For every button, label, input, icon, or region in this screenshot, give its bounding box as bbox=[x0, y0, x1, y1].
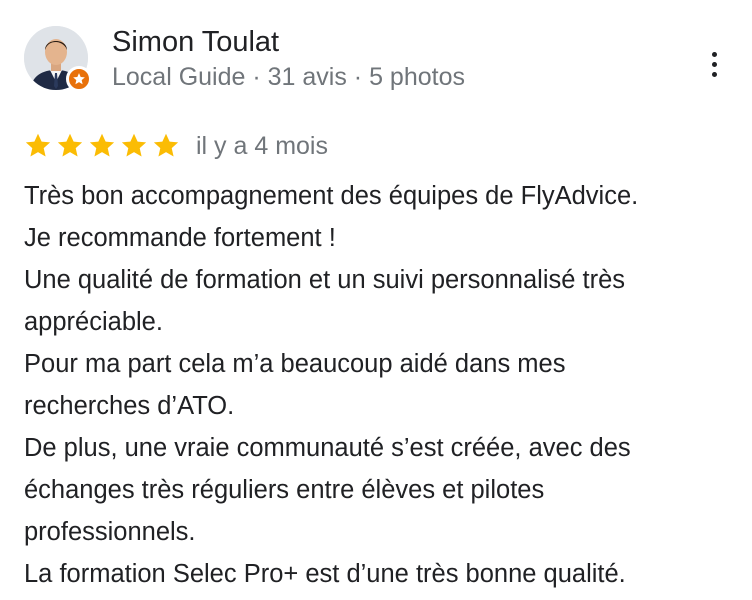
star-rating bbox=[24, 132, 180, 160]
review-text-line: De plus, une vraie communauté s’est créé… bbox=[24, 434, 631, 462]
review-card: Simon Toulat Local Guide · 31 avis · 5 p… bbox=[0, 0, 752, 600]
star-icon bbox=[152, 132, 180, 160]
reviewer-name[interactable]: Simon Toulat bbox=[112, 24, 279, 60]
star-icon bbox=[24, 132, 52, 160]
more-vertical-icon-dot bbox=[711, 71, 717, 77]
review-text-line: échanges très réguliers entre élèves et … bbox=[24, 476, 545, 504]
local-guide-star-icon bbox=[66, 66, 92, 92]
review-text-line: professionnels. bbox=[24, 518, 196, 546]
review-date: il y a 4 mois bbox=[196, 132, 328, 160]
star-icon bbox=[88, 132, 116, 160]
more-options-button[interactable] bbox=[698, 44, 730, 84]
more-vertical-icon-dot bbox=[711, 61, 717, 67]
more-vertical-icon bbox=[711, 51, 717, 57]
rating-row: il y a 4 mois bbox=[24, 128, 328, 164]
review-text-line: La formation Selec Pro+ est d’une très b… bbox=[24, 560, 626, 588]
review-text-line: Pour ma part cela m’a beaucoup aidé dans… bbox=[24, 350, 566, 378]
avatar[interactable] bbox=[24, 26, 92, 92]
review-text-line: appréciable. bbox=[24, 308, 163, 336]
star-icon bbox=[120, 132, 148, 160]
review-text-line: recherches d’ATO. bbox=[24, 392, 235, 420]
review-text: Très bon accompagnement des équipes de F… bbox=[24, 175, 734, 595]
review-text-line: Une qualité de formation et un suivi per… bbox=[24, 266, 626, 294]
review-text-line: Je recommande fortement ! bbox=[24, 224, 336, 252]
review-text-line: Très bon accompagnement des équipes de F… bbox=[24, 182, 639, 210]
reviewer-meta: Local Guide · 31 avis · 5 photos bbox=[112, 63, 465, 91]
star-icon bbox=[56, 132, 84, 160]
